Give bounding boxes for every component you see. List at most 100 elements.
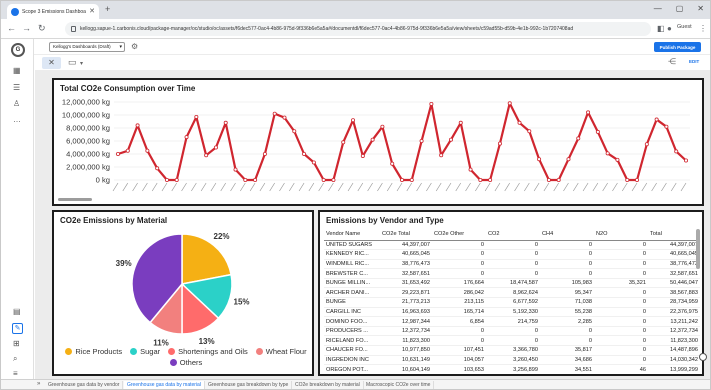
table-row[interactable]: CARGILL INC 16,963,693 165,714 5,192,330 55,… <box>324 307 700 318</box>
data-point[interactable] <box>576 136 581 141</box>
legend-item[interactable]: Others <box>169 358 202 367</box>
data-point[interactable] <box>223 120 228 125</box>
menu-icon[interactable]: ⋮ <box>699 23 707 34</box>
table-row[interactable]: ARCHER DANI... 29,223,871 286,042 8,962,624… <box>324 287 700 299</box>
data-point[interactable] <box>164 178 169 183</box>
app-logo[interactable]: G <box>11 43 25 57</box>
data-point[interactable] <box>292 129 297 134</box>
data-point[interactable] <box>135 123 140 128</box>
back-icon[interactable]: ← <box>7 23 16 34</box>
data-point[interactable] <box>644 142 649 147</box>
minimize-icon[interactable]: — <box>654 4 662 13</box>
data-point[interactable] <box>213 145 218 150</box>
data-point[interactable] <box>566 157 571 162</box>
data-point[interactable] <box>537 157 542 162</box>
data-point[interactable] <box>546 178 551 183</box>
data-point[interactable] <box>429 101 434 106</box>
column-header[interactable]: Total <box>648 229 700 241</box>
close-tab-icon[interactable]: ✕ <box>89 8 95 15</box>
table-row[interactable]: WINDMILL RIC... 38,776,473 0 0 0 0 38,776,473 <box>324 259 700 270</box>
data-point[interactable] <box>380 124 385 129</box>
data-point[interactable] <box>556 178 561 183</box>
forward-icon[interactable]: → <box>22 23 31 34</box>
data-point[interactable] <box>664 124 669 129</box>
data-point[interactable] <box>321 178 326 183</box>
column-header[interactable]: CO2e Other <box>432 229 486 241</box>
legend-item[interactable]: Rice Products <box>65 347 122 356</box>
table-row[interactable]: RICELAND FO... 11,823,300 0 0 0 0 11,823,300 <box>324 335 700 347</box>
chart-scrollbar[interactable] <box>58 198 92 201</box>
data-point[interactable] <box>439 153 444 158</box>
sheet-tab-over-time[interactable]: Macroscopic CO2e over time <box>363 381 435 389</box>
guest-label[interactable]: Guest <box>677 24 692 30</box>
sheet-tab-vendor[interactable]: Greenhouse gas data by vendor <box>45 381 124 389</box>
person-icon[interactable]: ♙ <box>13 99 20 109</box>
data-point[interactable] <box>370 137 375 142</box>
legend-item[interactable]: Sugar <box>130 347 160 356</box>
table-row[interactable]: CHAUCER FO... 10,977,850 107,451 3,366,780 3… <box>324 345 700 356</box>
data-point[interactable] <box>233 167 238 172</box>
table-row[interactable]: PRODUCERS ... 12,372,734 0 0 0 0 12,372,734 <box>324 326 700 337</box>
data-point[interactable] <box>116 152 121 157</box>
data-point[interactable] <box>204 153 209 158</box>
data-point[interactable] <box>517 120 522 125</box>
sheet-tab-type[interactable]: Greenhouse gas breakdown by type <box>205 381 293 389</box>
table-panel[interactable]: Emissions by Vendor and Type Vendor Name… <box>318 210 704 376</box>
browser-tab[interactable]: Scope 3 Emissions Dashboard | K ✕ <box>7 4 99 19</box>
data-point[interactable] <box>654 117 659 122</box>
table-row[interactable]: BREWSTER C... 32,587,651 0 0 0 0 32,587,651 <box>324 268 700 279</box>
data-point[interactable] <box>409 178 414 183</box>
table-row[interactable]: BUNGE MILLIN... 31,653,492 176,664 18,474,5… <box>324 278 700 289</box>
data-point[interactable] <box>311 160 316 165</box>
table-row[interactable]: DOMINO FOO... 12,987,344 6,854 214,759 2,285… <box>324 316 700 327</box>
line-chart-panel[interactable]: 12,000,000 kg 10,000,000 kg 8,000,000 kg 6,… <box>52 78 704 206</box>
reload-icon[interactable]: ↻ <box>38 23 46 34</box>
data-point[interactable] <box>331 178 336 183</box>
data-icon[interactable]: ⊞ <box>13 339 20 349</box>
data-point[interactable] <box>458 120 463 125</box>
data-point[interactable] <box>674 149 679 154</box>
resize-handle-icon[interactable] <box>699 353 707 361</box>
chevron-down-icon[interactable]: ▾ <box>80 59 83 70</box>
data-point[interactable] <box>390 161 395 166</box>
data-point[interactable] <box>174 178 179 183</box>
data-point[interactable] <box>586 110 591 115</box>
data-point[interactable] <box>125 148 130 153</box>
hamburger-icon[interactable]: ☰ <box>13 83 20 93</box>
data-point[interactable] <box>360 153 365 158</box>
table-row[interactable]: BUNGE 21,773,213 213,115 6,677,592 71,038 0 28… <box>324 297 700 308</box>
data-point[interactable] <box>468 167 473 172</box>
data-point[interactable] <box>272 111 277 116</box>
data-point[interactable] <box>155 166 160 171</box>
layers-icon[interactable]: ▤ <box>13 307 21 317</box>
data-point[interactable] <box>253 178 258 183</box>
data-point[interactable] <box>351 118 356 123</box>
comment-icon[interactable]: ▭ <box>68 57 77 68</box>
column-header[interactable]: N2O <box>594 229 648 241</box>
data-point[interactable] <box>635 178 640 183</box>
grid-icon[interactable]: ▦ <box>13 66 21 76</box>
publish-package-button[interactable]: Publish Package <box>654 42 701 52</box>
more-icon[interactable]: … <box>13 115 21 125</box>
data-point[interactable] <box>448 137 453 142</box>
new-tab-icon[interactable]: + <box>105 5 110 14</box>
table-row[interactable]: KENNEDY RIC... 40,665,045 0 0 0 0 40,665,045 <box>324 249 700 260</box>
data-point[interactable] <box>497 141 502 146</box>
column-header[interactable]: Vendor Name <box>324 229 380 241</box>
table-row[interactable]: OREGON POT... 10,604,149 103,653 3,256,899 3… <box>324 364 700 374</box>
column-header[interactable]: CO2 <box>486 229 540 241</box>
data-point[interactable] <box>605 151 610 156</box>
column-header[interactable]: CO2e Total <box>380 229 432 241</box>
share-icon[interactable]: ⋲ <box>668 57 676 66</box>
data-point[interactable] <box>684 158 689 163</box>
data-point[interactable] <box>243 178 248 183</box>
sheet-tab-co2e-material[interactable]: CO2e breakdown by material <box>292 381 364 389</box>
data-point[interactable] <box>282 115 287 120</box>
data-point[interactable] <box>595 129 600 134</box>
data-point[interactable] <box>488 178 493 183</box>
edit-sheet-icon[interactable]: ✎ <box>12 323 23 334</box>
edit-button[interactable]: EDIT <box>689 59 699 64</box>
list-icon[interactable]: ≡ <box>13 369 18 379</box>
data-point[interactable] <box>262 152 267 157</box>
data-point[interactable] <box>615 157 620 162</box>
